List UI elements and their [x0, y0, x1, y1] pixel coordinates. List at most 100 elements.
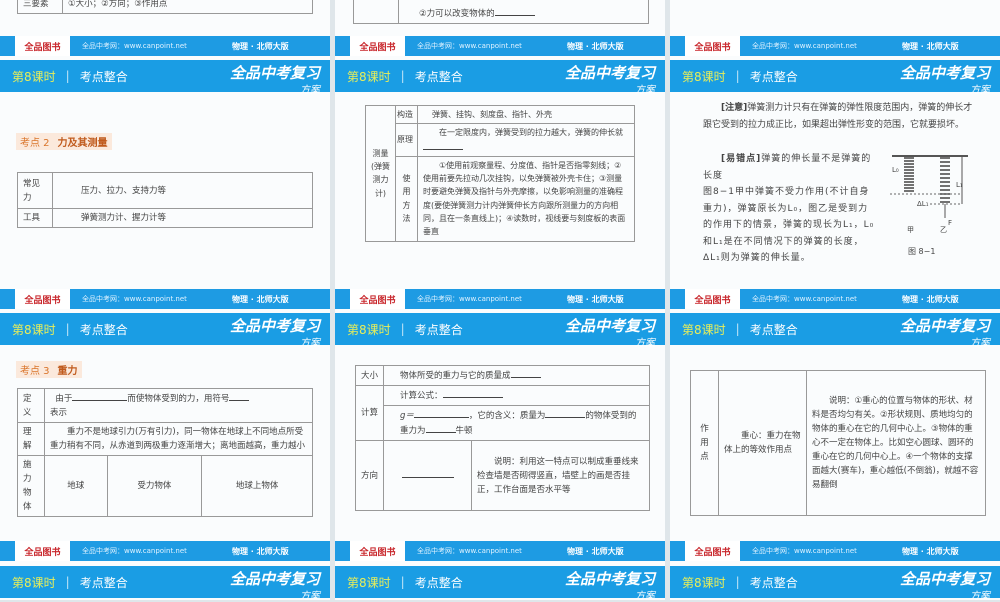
- site-link[interactable]: 全品中考网：www.canpoint.net: [752, 41, 892, 51]
- blank: [442, 388, 503, 398]
- brand-text: 全品中考复习: [899, 570, 990, 588]
- brand-logo: 全品中考复习 方案: [900, 62, 990, 96]
- blank: [413, 408, 469, 418]
- site-link[interactable]: 全品中考网：www.canpoint.net: [752, 546, 892, 556]
- slide-footer: 全品图书 全品中考网：www.canpoint.net 物理 · 北师大版: [670, 36, 1000, 56]
- cell: 施力物体: [17, 455, 45, 517]
- site-link[interactable]: 全品中考网：www.canpoint.net: [417, 546, 557, 556]
- lesson-label: 第8课时: [12, 69, 56, 84]
- section-label: 考点整合: [414, 575, 463, 590]
- site-link[interactable]: 全品中考网：www.canpoint.net: [417, 41, 557, 51]
- publisher-logo: 全品图书: [350, 289, 405, 309]
- cell: ②力可以改变物体的: [398, 0, 649, 24]
- text: 表示: [50, 408, 68, 418]
- brand-logo: 全品中考复习 方案: [230, 315, 320, 349]
- cell: 大小: [355, 365, 384, 386]
- text: 在一定限度内，弹簧受到的拉力越大，弹簧的伸长就: [439, 128, 623, 138]
- brand-logo: 全品中考复习 方案: [900, 315, 990, 349]
- blank: [72, 391, 128, 401]
- slide-header: 第8课时 | 考点整合 全品中考复习 方案: [335, 60, 665, 96]
- cell: 说明：利用这一特点可以制成重垂线来检查墙是否砌得竖直，墙壁上的画是否挂正，工作台…: [471, 440, 650, 511]
- divider: |: [735, 575, 740, 589]
- blank: [545, 408, 586, 418]
- text: g＝: [400, 411, 414, 421]
- lesson-label: 第8课时: [12, 322, 56, 337]
- publisher-logo: 全品图书: [685, 289, 740, 309]
- blank: [401, 468, 454, 478]
- site-link[interactable]: 全品中考网：www.canpoint.net: [417, 294, 557, 304]
- brand-logo: 全品中考复习 方案: [900, 568, 990, 602]
- section-label: 考点整合: [414, 69, 463, 84]
- tag-title: 力及其测量: [57, 138, 108, 149]
- subject-label: 物理 · 北师大版: [567, 546, 624, 556]
- divider: |: [400, 575, 405, 589]
- blank: [423, 140, 463, 150]
- tag-number: 考点 2: [20, 138, 50, 149]
- section-label: 考点整合: [749, 69, 798, 84]
- cell: ①大小；②方向；③作用点: [62, 0, 313, 14]
- cell: 常见力: [17, 172, 53, 209]
- publisher-logo: 全品图书: [685, 36, 740, 56]
- lesson-label: 第8课时: [347, 322, 391, 337]
- brand-sub: 方案: [970, 338, 990, 349]
- subject-label: 物理 · 北师大版: [902, 41, 959, 51]
- figure-label: 甲: [907, 226, 914, 234]
- blank: [425, 423, 456, 433]
- cell: 弹簧测力计、握力计等: [52, 208, 313, 228]
- lesson-label: 第8课时: [12, 575, 56, 590]
- slide-footer: 全品图书 全品中考网：www.canpoint.net 物理 · 北师大版: [0, 541, 330, 561]
- brand-text: 全品中考复习: [229, 317, 320, 335]
- blank: [229, 391, 250, 401]
- slide-footer: 全品图书 全品中考网：www.canpoint.net 物理 · 北师大版: [335, 36, 665, 56]
- text: 图8−1甲中弹簧不受力作用(不计自身重力)，弹簧原长为L₀，图乙是受到力的作用下…: [703, 187, 875, 263]
- brand-sub: 方案: [300, 85, 320, 96]
- publisher-logo: 全品图书: [350, 36, 405, 56]
- cell: [353, 0, 399, 24]
- brand-logo: 全品中考复习 方案: [565, 315, 655, 349]
- cell: 构造: [395, 104, 418, 125]
- cell: 受力物体: [106, 455, 203, 517]
- blank: [494, 6, 535, 16]
- divider: |: [735, 322, 740, 336]
- slide-column-3: [注意]弹簧测力计只有在弹簧的弹性限度范围内，弹簧的伸长才跟它受到的拉力成正比，…: [670, 0, 1000, 602]
- subject-label: 物理 · 北师大版: [232, 546, 289, 556]
- figure-label: ΔL₁: [917, 200, 929, 208]
- text: 计算公式：: [400, 391, 443, 401]
- cell: 物体所受的重力与它的质量成: [383, 365, 650, 386]
- site-link[interactable]: 全品中考网：www.canpoint.net: [82, 546, 222, 556]
- cell: 在一定限度内，弹簧受到的拉力越大，弹簧的伸长就: [417, 123, 635, 157]
- cell: 由于 而使物体受到的力，用符号 表示: [44, 388, 313, 423]
- lesson-label: 第8课时: [347, 69, 391, 84]
- top-table: 三要素 ①大小；②方向；③作用点: [17, 0, 313, 14]
- text: 物体所受的重力与它的质量成: [400, 371, 511, 381]
- slide-header: 第8课时 | 考点整合 全品中考复习 方案: [335, 566, 665, 602]
- brand-text: 全品中考复习: [899, 64, 990, 82]
- note-label: [注意]: [721, 103, 748, 113]
- cell: 地球上物体: [201, 455, 313, 517]
- subject-label: 物理 · 北师大版: [232, 41, 289, 51]
- slide-footer: 全品图书 全品中考网：www.canpoint.net 物理 · 北师大版: [0, 36, 330, 56]
- force-table: 常见力 压力、拉力、支持力等 工具 弹簧测力计、握力计等: [17, 172, 313, 228]
- slide-header: 第8课时 | 考点整合 全品中考复习 方案: [0, 566, 330, 602]
- top-table: ②力可以改变物体的: [353, 0, 649, 24]
- figure-label: 乙: [940, 226, 947, 234]
- cell: 计算公式：: [383, 385, 650, 406]
- slide-column-2: ②力可以改变物体的 测量(弹簧测力计) 构造 弹簧、挂钩、刻度盘、指针、外壳 原理 在…: [335, 0, 665, 602]
- publisher-logo: 全品图书: [685, 541, 740, 561]
- cell: 压力、拉力、支持力等: [52, 172, 313, 209]
- section-label: 考点整合: [749, 322, 798, 337]
- section-label: 考点整合: [749, 575, 798, 590]
- site-link[interactable]: 全品中考网：www.canpoint.net: [82, 41, 222, 51]
- lesson-label: 第8课时: [347, 575, 391, 590]
- slide-footer: 全品图书 全品中考网：www.canpoint.net 物理 · 北师大版: [670, 289, 1000, 309]
- site-link[interactable]: 全品中考网：www.canpoint.net: [82, 294, 222, 304]
- text: 由于: [55, 394, 73, 404]
- brand-text: 全品中考复习: [564, 570, 655, 588]
- cell: 理解: [17, 422, 45, 456]
- cell: 原理: [395, 123, 418, 157]
- text: 牛顿: [455, 426, 473, 436]
- site-link[interactable]: 全品中考网：www.canpoint.net: [752, 294, 892, 304]
- cell: 方向: [355, 440, 384, 511]
- publisher-logo: 全品图书: [350, 541, 405, 561]
- note-paragraph: [注意]弹簧测力计只有在弹簧的弹性限度范围内，弹簧的伸长才跟它受到的拉力成正比，…: [703, 100, 975, 133]
